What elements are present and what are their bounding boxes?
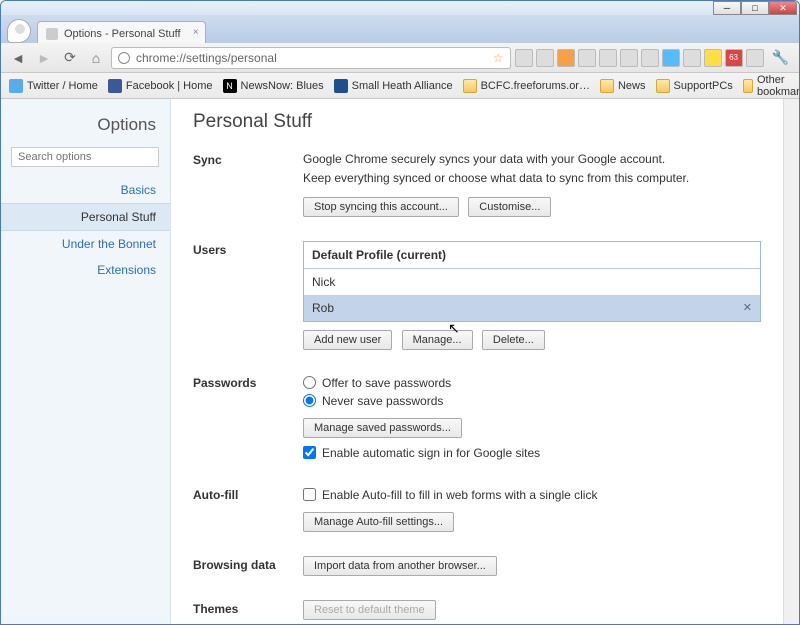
import-data-button[interactable]: Import data from another browser... [303,556,497,576]
folder-icon [600,79,614,93]
sidebar-item-personal-stuff[interactable]: Personal Stuff [1,203,170,231]
facebook-icon [108,79,122,93]
ext-icon[interactable] [704,49,722,67]
radio-label: Offer to save passwords [322,376,451,390]
ext-icon[interactable] [578,49,596,67]
bookmark-item[interactable]: BCFC.freeforums.or… [463,79,590,93]
bookmark-label: Other bookmarks [757,74,800,98]
folder-icon [656,79,670,93]
main-content: Personal Stuff Sync Google Chrome secure… [171,99,783,624]
bookmark-label: NewsNow: Blues [241,80,324,92]
reload-button[interactable]: ⟳ [59,47,81,69]
ext-icon[interactable] [599,49,617,67]
users-list: Default Profile (current) Nick Rob ✕ [303,241,761,322]
window-close-button[interactable]: ✕ [769,1,797,15]
bookmark-item[interactable]: Facebook | Home [108,79,213,93]
sidebar-item-basics[interactable]: Basics [1,177,170,203]
window-maximize-button[interactable]: □ [741,1,769,15]
folder-icon [743,79,753,93]
user-row-default[interactable]: Default Profile (current) [304,242,760,269]
options-sidebar: Options Basics Personal Stuff Under the … [1,99,171,624]
tab-title: Options - Personal Stuff [64,28,181,40]
forward-button[interactable]: ► [33,47,55,69]
bookmark-label: Twitter / Home [27,80,98,92]
window-minimize-button[interactable]: ─ [713,1,741,15]
window-titlebar: ─ □ ✕ [1,1,799,15]
page-title: Personal Stuff [193,111,761,133]
bookmark-star-icon[interactable]: ☆ [493,51,504,65]
user-row[interactable]: Nick [304,269,760,295]
sidebar-item-under-the-bonnet[interactable]: Under the Bonnet [1,231,170,257]
wrench-menu-icon[interactable]: 🔧 [768,49,793,66]
bookmark-label: News [618,80,646,92]
section-label-browsing-data: Browsing data [193,556,303,576]
tab-strip: Options - Personal Stuff × [1,15,799,43]
gmail-ext-icon[interactable]: 63 [725,49,743,67]
browser-tab[interactable]: Options - Personal Stuff × [37,21,206,43]
manage-passwords-button[interactable]: Manage saved passwords... [303,418,462,438]
bookmark-item[interactable]: Twitter / Home [9,79,98,93]
ext-icon[interactable] [662,49,680,67]
search-options-input[interactable] [11,147,159,167]
address-bar[interactable]: chrome://settings/personal ☆ [111,47,511,69]
manage-autofill-button[interactable]: Manage Auto-fill settings... [303,512,454,532]
add-new-user-button[interactable]: Add new user [303,330,392,350]
user-row-selected[interactable]: Rob ✕ [304,295,760,321]
reset-theme-button[interactable]: Reset to default theme [303,600,436,620]
enable-autofill-checkbox[interactable] [303,488,316,501]
ext-icon[interactable] [536,49,554,67]
section-label-themes: Themes [193,600,303,620]
delete-user-button[interactable]: Delete... [482,330,545,350]
bookmark-item[interactable]: Small Heath Alliance [334,79,453,93]
bookmark-label: BCFC.freeforums.or… [481,80,590,92]
bookmarks-bar: Twitter / Home Facebook | Home N NewsNow:… [1,73,799,99]
customise-sync-button[interactable]: Customise... [468,197,551,217]
tab-favicon-icon [46,28,58,40]
ext-icon[interactable] [515,49,533,67]
bookmark-item[interactable]: N NewsNow: Blues [223,79,324,93]
ext-icon[interactable] [683,49,701,67]
newsnow-icon: N [223,79,237,93]
checkbox-label: Enable automatic sign in for Google site… [322,446,540,460]
sync-text: Google Chrome securely syncs your data w… [303,151,761,168]
radio-label: Never save passwords [322,394,443,408]
tab-close-icon[interactable]: × [193,27,199,38]
sidebar-title: Options [1,111,170,147]
ext-icon[interactable] [746,49,764,67]
other-bookmarks[interactable]: Other bookmarks [743,74,800,98]
ext-icon[interactable] [620,49,638,67]
scrollbar[interactable] [783,99,799,624]
bookmark-label: Small Heath Alliance [352,80,453,92]
never-save-passwords-radio[interactable] [303,394,316,407]
folder-icon [463,79,477,93]
sidebar-item-extensions[interactable]: Extensions [1,257,170,283]
stop-syncing-button[interactable]: Stop syncing this account... [303,197,459,217]
extension-icons: 63 [515,49,764,67]
user-row-label: Rob [312,301,334,315]
ext-icon[interactable] [557,49,575,67]
url-text: chrome://settings/personal [136,51,277,65]
manage-user-button[interactable]: Manage... [402,330,473,350]
section-label-passwords: Passwords [193,374,303,462]
browser-toolbar: ◄ ► ⟳ ⌂ chrome://settings/personal ☆ 63 … [1,43,799,73]
checkbox-label: Enable Auto-fill to fill in web forms wi… [322,488,597,502]
ext-icon[interactable] [641,49,659,67]
section-label-sync: Sync [193,151,303,217]
globe-icon [118,52,130,64]
sync-text: Keep everything synced or choose what da… [303,170,761,187]
back-button[interactable]: ◄ [7,47,29,69]
bookmark-label: SupportPCs [674,80,733,92]
site-icon [334,79,348,93]
profile-avatar-icon[interactable] [7,19,31,43]
offer-save-passwords-radio[interactable] [303,376,316,389]
bookmark-item[interactable]: News [600,79,646,93]
remove-user-icon[interactable]: ✕ [743,301,752,314]
auto-signin-checkbox[interactable] [303,446,316,459]
twitter-icon [9,79,23,93]
bookmark-label: Facebook | Home [126,80,213,92]
section-label-autofill: Auto-fill [193,486,303,532]
bookmark-item[interactable]: SupportPCs [656,79,733,93]
home-button[interactable]: ⌂ [85,47,107,69]
section-label-users: Users [193,241,303,350]
